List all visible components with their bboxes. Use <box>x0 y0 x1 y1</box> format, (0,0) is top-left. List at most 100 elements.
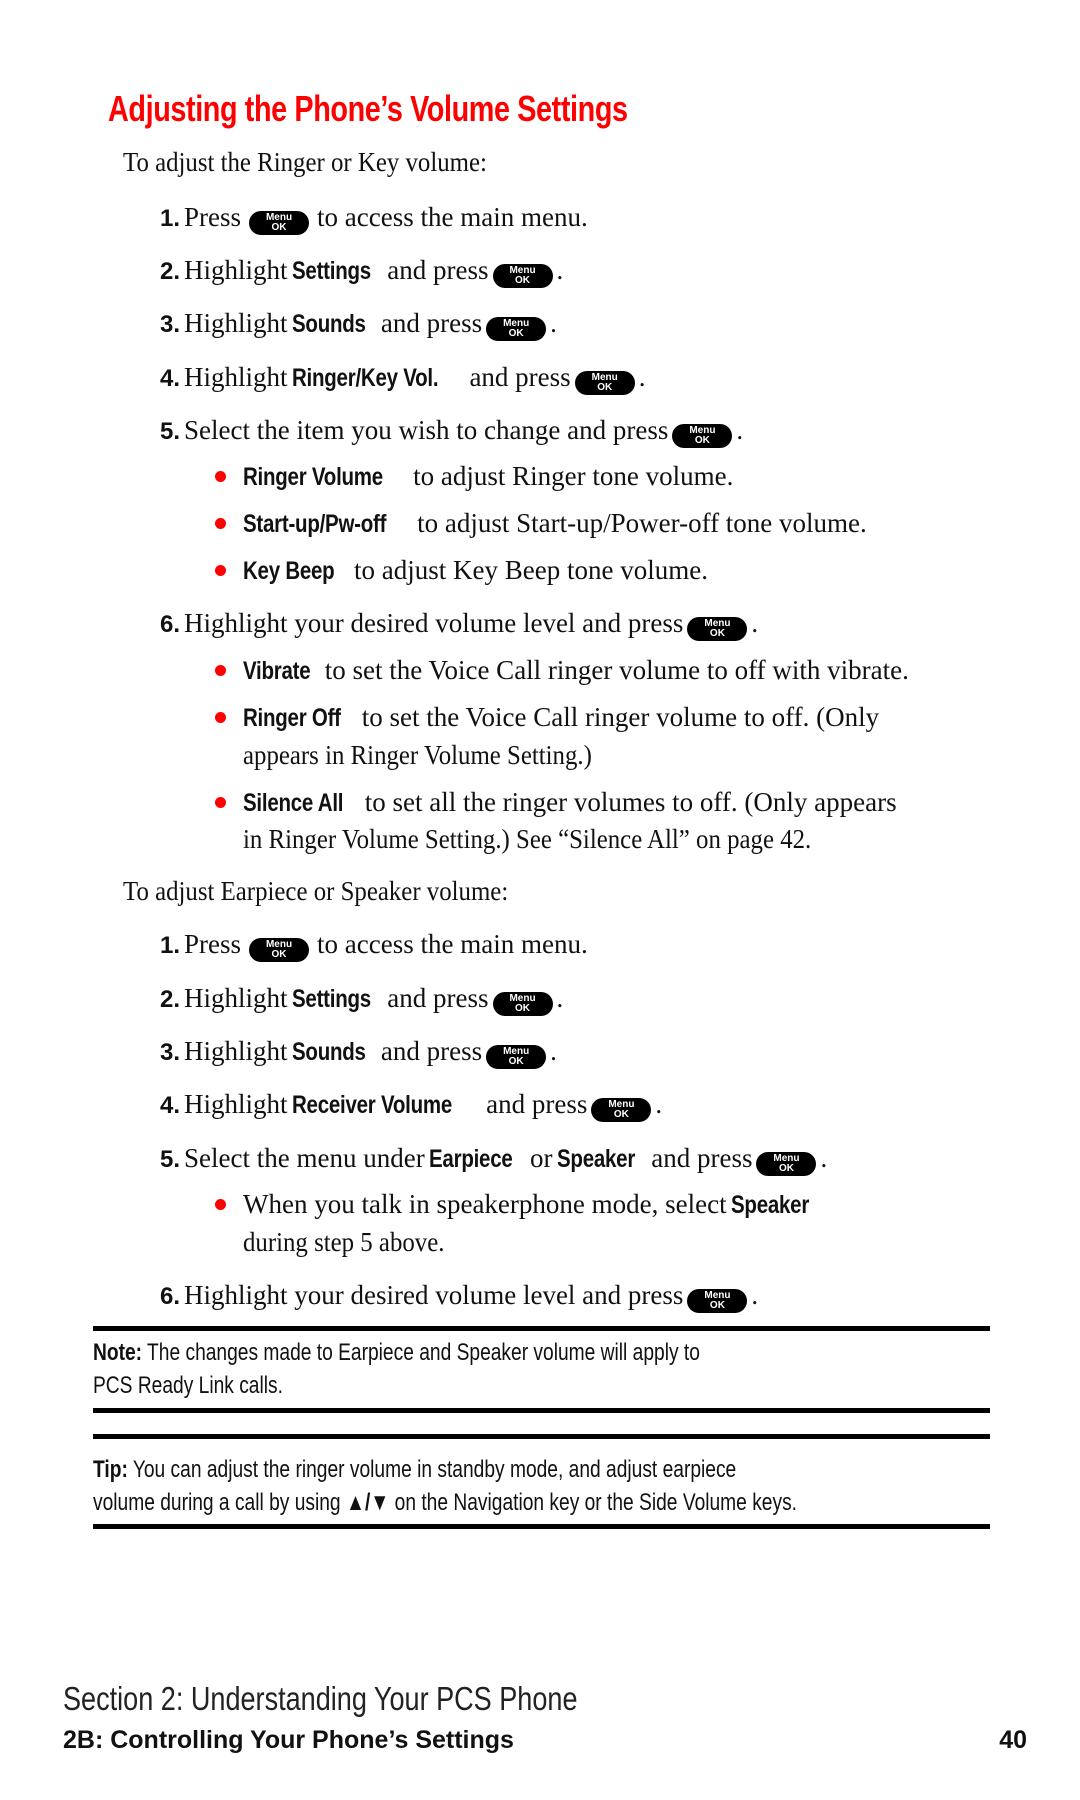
option-name: Vibrate <box>243 657 311 685</box>
tip-bottom-rule <box>93 1524 990 1529</box>
step-text: Highlight <box>184 255 288 285</box>
option-name: Key Beep <box>243 557 335 585</box>
period: . <box>556 255 564 285</box>
tip-top-rule <box>93 1434 990 1439</box>
step-text: Select the item you wish to change and p… <box>184 415 669 445</box>
step-text: and press <box>387 983 489 1013</box>
note-top-rule <box>93 1326 990 1331</box>
bullet-icon <box>215 518 226 529</box>
option-name: Ringer Off <box>243 704 341 732</box>
menu-item-name: Receiver Volume <box>291 1091 452 1119</box>
tip-text: on the Navigation key or the Side Volume… <box>394 1489 798 1516</box>
s2-bullet-1: When you talk in speakerphone mode, sele… <box>243 1189 821 1224</box>
step-number: 1. <box>160 932 181 959</box>
option-desc: When you talk in speakerphone mode, sele… <box>243 1189 727 1219</box>
step-text: to access the main menu. <box>317 929 588 959</box>
bullet-icon <box>215 565 226 576</box>
menu-item-name: Settings <box>291 985 371 1013</box>
step-text: to access the main menu. <box>317 202 588 232</box>
s1-step6-bullet-2: Ringer Off to set the Voice Call ringer … <box>243 702 879 737</box>
note-line-2: PCS Ready Link calls. <box>93 1372 283 1399</box>
period: . <box>550 308 557 338</box>
s2-step-1: 1. Press Menu OK to access the main menu. <box>160 929 588 964</box>
s2-step-2: 2. Highlight Settings and press Menu OK. <box>160 983 563 1018</box>
s1-step-6: 6. Highlight your desired volume level a… <box>160 608 758 643</box>
option-name: Start-up/Pw-off <box>243 510 387 538</box>
note-bottom-rule <box>93 1408 990 1413</box>
step-number: 6. <box>160 611 181 638</box>
s1-step-4: 4. Highlight Ringer/Key Vol. and press Me… <box>160 362 645 397</box>
step-text: Select the menu under <box>184 1143 425 1173</box>
period: . <box>820 1143 828 1173</box>
menu-item-name: Speaker <box>556 1145 635 1173</box>
step-number: 2. <box>160 258 181 285</box>
option-desc: to adjust Key Beep tone volume. <box>354 555 708 585</box>
step-text: Highlight your desired volume level and … <box>184 1280 684 1310</box>
section1-intro: To adjust the Ringer or Key volume: <box>123 147 487 177</box>
step-text: and press <box>651 1143 753 1173</box>
step-number: 5. <box>160 1146 181 1173</box>
page-number: 40 <box>999 1726 1027 1754</box>
bullet-icon <box>215 712 226 723</box>
option-desc-cont: during step 5 above. <box>243 1227 445 1257</box>
period: . <box>751 608 759 638</box>
step-text: Highlight <box>184 362 288 392</box>
note-text: The changes made to Earpiece and Speaker… <box>147 1339 700 1366</box>
step-number: 4. <box>160 365 181 392</box>
note-label: Note: <box>93 1339 143 1366</box>
menu-item-name: Sounds <box>291 1038 366 1066</box>
option-desc: to set all the ringer volumes to off. (O… <box>364 787 897 817</box>
menu-item-name: Sounds <box>291 310 366 338</box>
step-text: and press <box>380 1036 483 1066</box>
menu-ok-key-icon: Menu OK <box>486 317 547 341</box>
option-name: Ringer Volume <box>243 463 383 491</box>
s2-step-5: 5. Select the menu under Earpiece or Spe… <box>160 1143 827 1178</box>
step-number: 4. <box>160 1092 181 1119</box>
option-desc: to set the Voice Call ringer volume to o… <box>361 702 880 732</box>
step-text: Highlight <box>184 1089 288 1119</box>
section2-intro: To adjust Earpiece or Speaker volume: <box>123 876 509 906</box>
menu-ok-key-icon: Menu OK <box>249 938 310 962</box>
step-text: Highlight <box>184 1036 288 1066</box>
period: . <box>556 983 564 1013</box>
step-number: 2. <box>160 986 181 1013</box>
menu-ok-key-icon: Menu OK <box>591 1098 652 1122</box>
s2-step-4: 4. Highlight Receiver Volume and press Me… <box>160 1089 662 1124</box>
menu-ok-key-icon: Menu OK <box>492 264 553 288</box>
step-text: and press <box>380 308 483 338</box>
option-desc-cont: appears in Ringer Volume Setting.) <box>243 740 592 770</box>
menu-item-name: Ringer/Key Vol. <box>291 364 439 392</box>
s1-step-2: 2. Highlight Settings and press Menu OK. <box>160 255 563 290</box>
menu-ok-key-icon: Menu OK <box>687 1289 748 1313</box>
note-line-1: Note: The changes made to Earpiece and S… <box>93 1336 700 1369</box>
tip-line-2: volume during a call by using ▲/▼ on the… <box>93 1486 797 1519</box>
period: . <box>736 415 744 445</box>
step-text: and press <box>387 255 489 285</box>
period: . <box>550 1036 557 1066</box>
step-text: and press <box>469 362 571 392</box>
s2-step-6: 6. Highlight your desired volume level a… <box>160 1280 758 1315</box>
s1-step6-bullet-3: Silence All to set all the ringer volume… <box>243 787 897 822</box>
s1-bullet-1: Ringer Volume to adjust Ringer tone volu… <box>243 461 733 496</box>
step-text: Press <box>184 202 242 232</box>
bullet-icon <box>215 665 226 676</box>
option-desc-cont: in Ringer Volume Setting.) See “Silence … <box>243 824 812 854</box>
step-text: Highlight <box>184 308 288 338</box>
tip-text: You can adjust the ringer volume in stan… <box>132 1456 737 1483</box>
step-text: Press <box>184 929 242 959</box>
s1-step-1: 1. Press Menu OK to access the main menu. <box>160 202 588 237</box>
tip-text: volume during a call by using <box>93 1489 341 1516</box>
menu-ok-key-icon: Menu OK <box>492 992 553 1016</box>
option-name: Speaker <box>730 1191 809 1219</box>
option-name: Silence All <box>243 789 344 817</box>
step-number: 1. <box>160 205 181 232</box>
s1-step-5: 5. Select the item you wish to change an… <box>160 415 743 450</box>
menu-ok-key-icon: Menu OK <box>574 371 635 395</box>
menu-item-name: Earpiece <box>428 1145 513 1173</box>
s1-bullet-2: Start-up/Pw-off to adjust Start-up/Power… <box>243 508 867 543</box>
menu-ok-key-icon: Menu OK <box>486 1045 547 1069</box>
step-text: Highlight <box>184 983 288 1013</box>
tip-line-1: Tip: You can adjust the ringer volume in… <box>93 1453 736 1486</box>
s1-step6-bullet-1: Vibrate to set the Voice Call ringer vol… <box>243 655 909 690</box>
menu-ok-key-icon: Menu OK <box>672 424 733 448</box>
